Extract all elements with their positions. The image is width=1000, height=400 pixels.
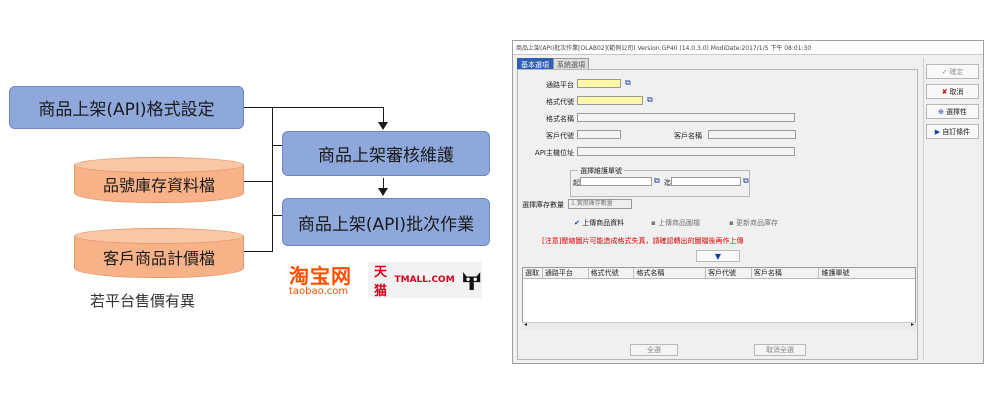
format-code-label: 格式代號 (546, 98, 574, 106)
window-title: 商品上架(API)批次作業[OLAB02](範例公司) Version:GP40… (513, 41, 983, 55)
arrow-down-icon (378, 188, 388, 196)
col-format-code[interactable]: 格式代號 (589, 268, 635, 278)
connector-line (272, 145, 282, 146)
tmall-logo-url: TMALL.COM (394, 275, 455, 285)
item-stock-database: 品號庫存資料檔 (74, 157, 244, 203)
custom-condition-button-label: 自訂條件 (942, 127, 971, 136)
customer-name-input[interactable] (708, 130, 796, 139)
confirm-button[interactable]: ✓ 確定 (926, 64, 979, 79)
checkbox-unchecked-icon: ▪ (651, 219, 656, 227)
api-format-setting-label: 商品上架(API)格式設定 (38, 100, 215, 120)
maintenance-number-group-title: 選擇維護單號 (578, 166, 624, 176)
api-host-input[interactable] (577, 147, 795, 156)
maintenance-to-picker-icon[interactable]: ⧉ (743, 176, 749, 186)
options-icon: ⊕ (938, 107, 944, 116)
upload-item-image-label: 上傳商品圖檔 (657, 219, 700, 227)
col-customer-code[interactable]: 客戶代號 (706, 268, 752, 278)
connector-line (244, 251, 273, 252)
platform-label: 通路平台 (546, 81, 574, 89)
connector-line (272, 107, 273, 252)
price-diff-caption: 若平台售價有異 (90, 292, 196, 310)
upload-item-data-label: 上傳商品資料 (582, 219, 625, 227)
cancel-button-label: 取消 (949, 87, 964, 96)
selective-button[interactable]: ⊕ 選擇性 (926, 104, 979, 119)
checkbox-checked-icon: ✔ (574, 219, 580, 227)
col-customer-name[interactable]: 客戶名稱 (752, 268, 820, 278)
customer-price-database: 客戶商品計價檔 (74, 228, 244, 278)
cancel-button[interactable]: ✘ 取消 (926, 84, 979, 99)
from-label: 起 (573, 179, 580, 187)
platform-picker-icon[interactable]: ⧉ (625, 78, 631, 88)
selective-button-label: 選擇性 (945, 107, 967, 116)
cross-icon: ✘ (941, 87, 948, 96)
customer-price-database-label: 客戶商品計價檔 (102, 249, 215, 268)
custom-condition-button[interactable]: ▶ 自訂條件 (926, 124, 979, 139)
review-maintenance-box: 商品上架審核維護 (282, 131, 490, 176)
to-label: 迄 (664, 179, 671, 187)
basic-options-panel: 通路平台 ⧉ 格式代號 ⧉ 格式名稱 客戶代號 客戶名稱 API主機位址 選擇維… (517, 69, 918, 360)
format-code-picker-icon[interactable]: ⧉ (647, 95, 653, 105)
connector-line (383, 107, 384, 123)
image-compression-warning: [注意]壓縮圖片可能造成格式失真，請確認轉出的圖檔後再作上傳 (542, 237, 744, 245)
update-item-stock-checkbox[interactable]: ▪ 更新商品庫存 (729, 218, 778, 228)
format-code-input[interactable] (577, 96, 643, 105)
col-format-name[interactable]: 格式名稱 (634, 268, 707, 278)
api-format-setting-box: 商品上架(API)格式設定 (9, 86, 244, 129)
update-item-stock-label: 更新商品庫存 (735, 219, 778, 227)
select-all-button[interactable]: 全選 (630, 344, 678, 356)
scroll-right-icon[interactable]: ▸ (911, 321, 914, 328)
batch-job-window: 商品上架(API)批次作業[OLAB02](範例公司) Version:GP40… (512, 40, 984, 364)
scroll-left-icon[interactable]: ◂ (524, 321, 527, 328)
customer-code-label: 客戶代號 (546, 132, 574, 140)
connector-line (383, 178, 384, 188)
play-icon: ▶ (934, 127, 941, 136)
grid-header: 選取 通路平台 格式代號 格式名稱 客戶代號 客戶名稱 維護單號 (523, 268, 915, 279)
maintenance-from-input[interactable] (580, 177, 652, 186)
maintenance-from-picker-icon[interactable]: ⧉ (654, 176, 660, 186)
api-batch-box: 商品上架(API)批次作業 (282, 198, 490, 246)
result-grid: 選取 通路平台 格式代號 格式名稱 客戶代號 客戶名稱 維護單號 (522, 267, 916, 329)
format-name-label: 格式名稱 (546, 115, 574, 123)
customer-code-input[interactable] (577, 130, 621, 139)
api-batch-label: 商品上架(API)批次作業 (297, 214, 475, 235)
tmall-cat-icon (462, 272, 480, 290)
col-maintenance-no[interactable]: 維護單號 (819, 268, 915, 278)
stock-quantity-select[interactable]: 1.實際庫存數量 (568, 199, 632, 209)
api-host-label: API主機位址 (534, 149, 574, 157)
maintenance-to-input[interactable] (671, 177, 741, 186)
checkbox-unchecked-icon: ▪ (729, 219, 734, 227)
col-platform[interactable]: 通路平台 (543, 268, 589, 278)
upload-item-data-checkbox[interactable]: ✔ 上傳商品資料 (574, 218, 624, 228)
action-sidebar: ✓ 確定 ✘ 取消 ⊕ 選擇性 ▶ 自訂條件 (923, 58, 982, 360)
grid-horizontal-scrollbar[interactable]: ◂ ▸ (522, 321, 916, 330)
platform-input[interactable] (577, 79, 621, 88)
arrow-down-icon (378, 122, 388, 130)
connector-line (244, 107, 384, 108)
review-maintenance-label: 商品上架審核維護 (318, 146, 454, 166)
connector-line (272, 215, 282, 216)
check-icon: ✓ (941, 67, 948, 76)
connector-line (244, 181, 273, 182)
confirm-button-label: 確定 (949, 67, 964, 76)
taobao-logo-text: 淘宝网 (289, 264, 352, 288)
customer-name-label: 客戶名稱 (674, 132, 702, 140)
tmall-logo-text: 天猫 (374, 265, 388, 299)
deselect-all-button[interactable]: 取消全選 (754, 344, 806, 356)
stock-quantity-label: 選擇庫存數量 (522, 201, 564, 209)
taobao-logo: 淘宝网 taobao.com (289, 266, 361, 300)
col-select[interactable]: 選取 (523, 268, 543, 278)
tmall-logo: 天猫 TMALL.COM (368, 262, 482, 299)
format-name-input[interactable] (577, 113, 795, 122)
upload-item-image-checkbox[interactable]: ▪ 上傳商品圖檔 (651, 218, 700, 228)
load-data-button[interactable]: ▼ (696, 250, 740, 262)
item-stock-database-label: 品號庫存資料檔 (102, 176, 215, 195)
